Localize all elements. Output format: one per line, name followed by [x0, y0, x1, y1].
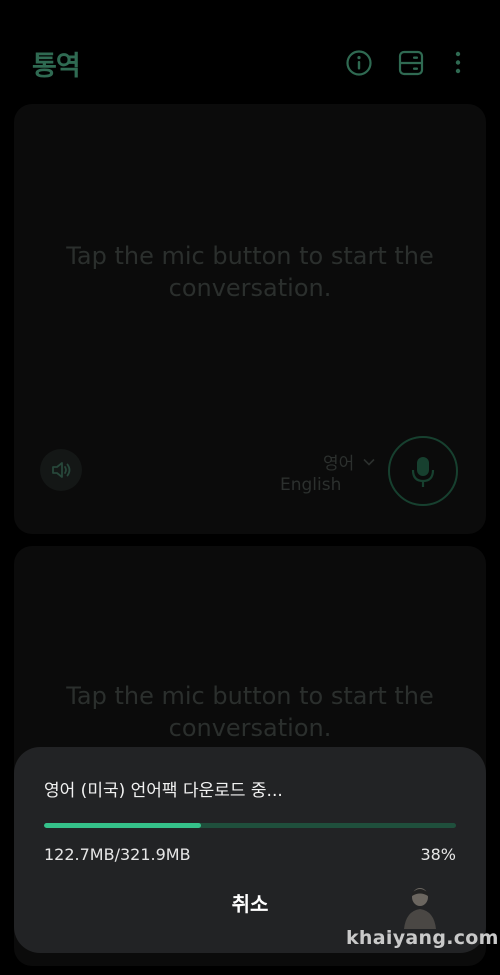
- watermark-text: khaiyang.com: [346, 927, 499, 949]
- conversation-prompt: Tap the mic button to start the conversa…: [66, 242, 434, 302]
- download-progress-bar: [44, 823, 456, 828]
- mic-button[interactable]: [388, 436, 458, 506]
- cancel-button[interactable]: 취소: [150, 879, 350, 929]
- microphone-icon: [411, 457, 435, 487]
- info-icon[interactable]: [344, 48, 374, 78]
- speaker-panel-top: Tap the mic button to start the conversa…: [14, 104, 486, 534]
- split-screen-icon[interactable]: [396, 48, 426, 78]
- page-title: 통역: [32, 51, 81, 82]
- download-size-text: 122.7MB/321.9MB: [44, 845, 191, 864]
- language-english-label: English: [280, 475, 342, 495]
- speaker-button[interactable]: [40, 449, 82, 491]
- app-header: 통역: [0, 0, 500, 100]
- download-percent-text: 38%: [420, 845, 456, 864]
- conversation-prompt: Tap the mic button to start the conversa…: [66, 682, 434, 742]
- chevron-down-icon: [363, 458, 375, 466]
- language-native-label: 영어: [323, 454, 355, 474]
- download-title: 영어 (미국) 언어팩 다운로드 중...: [44, 781, 283, 801]
- more-options-icon[interactable]: [443, 48, 473, 78]
- download-progress-fill: [44, 823, 201, 828]
- speaker-icon: [52, 462, 71, 478]
- watermark-avatar-icon: [404, 888, 436, 929]
